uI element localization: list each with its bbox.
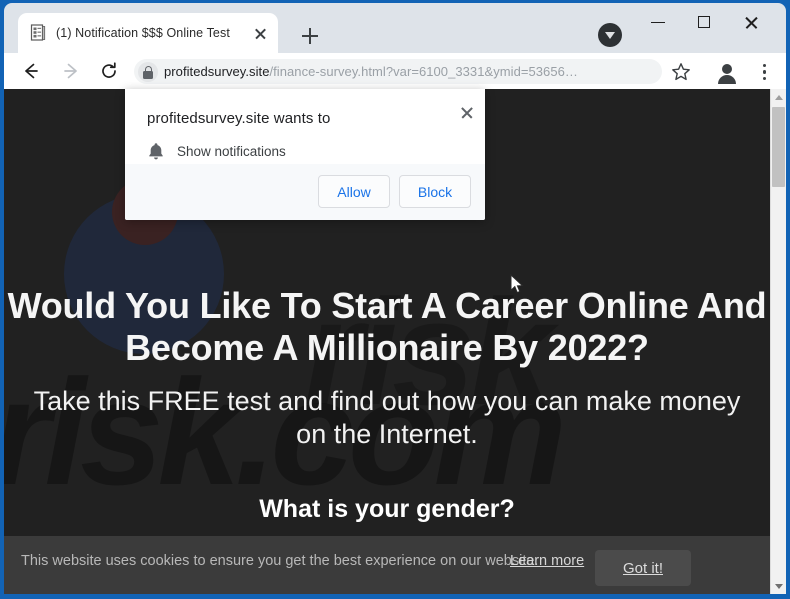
browser-tab[interactable]: (1) Notification $$$ Online Test — [18, 13, 278, 53]
notification-permission-dialog: profitedsurvey.site wants to Show notifi… — [125, 89, 485, 220]
cookie-accept-button[interactable]: Got it! — [595, 550, 691, 586]
scrollbar-thumb[interactable] — [772, 107, 785, 187]
block-button[interactable]: Block — [399, 175, 471, 208]
close-icon[interactable] — [728, 7, 774, 37]
browser-toolbar: profitedsurvey.site/finance-survey.html?… — [4, 53, 786, 89]
url-text: profitedsurvey.site/finance-survey.html?… — [164, 64, 578, 79]
browser-chrome: (1) Notification $$$ Online Test profite… — [4, 3, 786, 89]
permission-option-label: Show notifications — [177, 143, 286, 159]
star-icon[interactable] — [670, 61, 692, 83]
lock-icon[interactable] — [138, 61, 158, 82]
learn-more-link[interactable]: Learn more — [510, 553, 584, 569]
arrow-right-icon[interactable] — [56, 56, 86, 86]
allow-button[interactable]: Allow — [318, 175, 390, 208]
minimize-icon[interactable] — [636, 7, 682, 37]
permission-dialog-title: profitedsurvey.site wants to — [147, 110, 331, 127]
tab-title: (1) Notification $$$ Online Test — [56, 26, 230, 40]
document-list-icon — [30, 24, 47, 42]
scroll-down-arrow-icon[interactable] — [771, 578, 786, 594]
maximize-icon[interactable] — [682, 7, 728, 37]
url-host: profitedsurvey.site — [164, 64, 270, 79]
avatar-icon[interactable] — [714, 59, 740, 85]
bell-icon — [147, 141, 165, 161]
url-path: /finance-survey.html?var=6100_3331&ymid=… — [269, 64, 578, 79]
page-subheadline: Take this FREE test and find out how you… — [33, 386, 741, 449]
permission-dialog-actions: Allow Block — [318, 175, 471, 208]
browser-window: (1) Notification $$$ Online Test profite… — [0, 0, 790, 599]
survey-question: What is your gender? — [259, 495, 515, 523]
permission-option-row: Show notifications — [147, 141, 286, 161]
cookie-message: This website uses cookies to ensure you … — [21, 553, 539, 569]
page-scrollbar[interactable] — [770, 89, 786, 594]
new-tab-button[interactable] — [296, 22, 324, 50]
three-dots-icon[interactable] — [752, 59, 776, 85]
download-arrow-icon[interactable] — [598, 23, 622, 47]
cookie-consent-bar: This website uses cookies to ensure you … — [4, 536, 770, 594]
page-headline: Would You Like To Start A Career Online … — [7, 285, 767, 369]
address-bar[interactable]: profitedsurvey.site/finance-survey.html?… — [134, 59, 662, 84]
arrow-left-icon[interactable] — [16, 56, 46, 86]
reload-icon[interactable] — [94, 56, 124, 86]
dialog-close-icon[interactable] — [455, 101, 479, 125]
tab-close-icon[interactable] — [250, 23, 270, 43]
tab-strip: (1) Notification $$$ Online Test — [4, 3, 786, 53]
scroll-up-arrow-icon[interactable] — [771, 89, 786, 105]
